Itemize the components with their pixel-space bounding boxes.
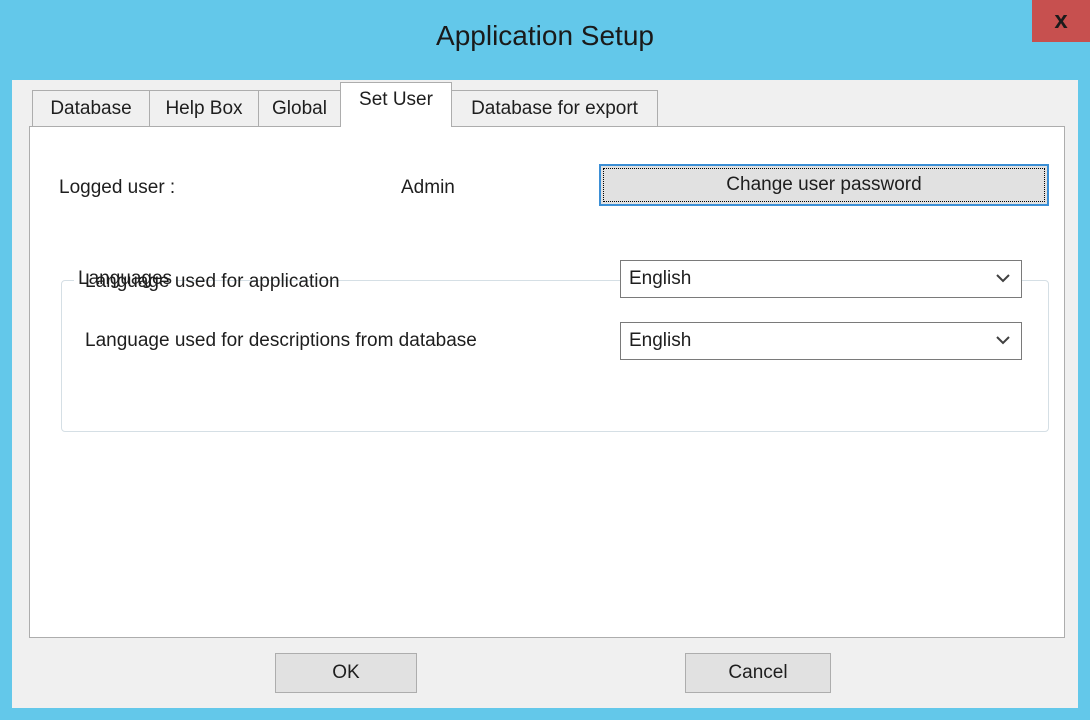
- tab-label: Set User: [359, 89, 433, 110]
- tab-label: Global: [272, 97, 327, 119]
- ok-label: OK: [332, 662, 360, 683]
- dialog-window: Application Setup x Database Help Box Gl…: [0, 0, 1090, 720]
- tab-label: Help Box: [165, 97, 243, 119]
- logged-user-label: Logged user :: [59, 177, 176, 198]
- cancel-button[interactable]: Cancel: [685, 653, 831, 693]
- title-bar[interactable]: Application Setup x: [0, 0, 1090, 80]
- focus-ring: [603, 168, 1045, 202]
- tab-help-box[interactable]: Help Box: [149, 90, 259, 126]
- close-icon: x: [1054, 7, 1068, 34]
- descriptions-language-value: English: [629, 330, 692, 351]
- descriptions-language-label: Language used for descriptions from data…: [85, 330, 477, 351]
- set-user-panel: Logged user : Admin Change user password…: [29, 126, 1065, 638]
- tab-label: Database: [50, 97, 132, 119]
- cancel-label: Cancel: [728, 662, 788, 683]
- change-password-button[interactable]: Change user password: [599, 164, 1049, 206]
- application-language-label: Language used for application: [85, 271, 340, 292]
- ok-button[interactable]: OK: [275, 653, 417, 693]
- application-language-select[interactable]: English: [620, 260, 1022, 298]
- dialog-client-area: Database Help Box Global Set User Databa…: [12, 80, 1078, 708]
- tab-database[interactable]: Database: [32, 90, 150, 126]
- tab-set-user[interactable]: Set User: [340, 82, 452, 127]
- window-title: Application Setup: [436, 20, 654, 51]
- close-button[interactable]: x: [1032, 0, 1090, 42]
- chevron-down-icon: [996, 274, 1010, 283]
- application-language-value: English: [629, 268, 692, 289]
- logged-user-value: Admin: [401, 177, 455, 198]
- tab-label: Database for export: [471, 97, 638, 119]
- tab-global[interactable]: Global: [258, 90, 341, 126]
- descriptions-language-select[interactable]: English: [620, 322, 1022, 360]
- chevron-down-icon: [996, 336, 1010, 345]
- tab-database-for-export[interactable]: Database for export: [451, 90, 658, 126]
